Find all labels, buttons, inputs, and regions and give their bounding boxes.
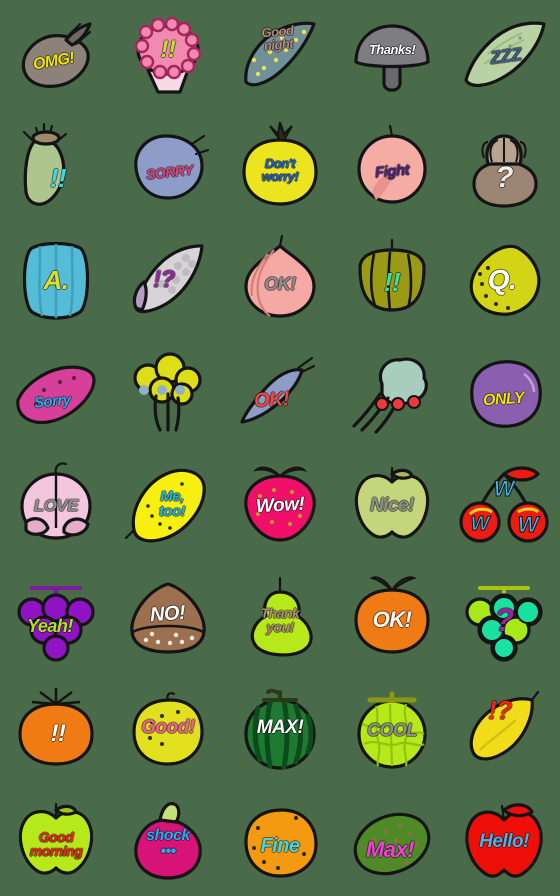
emoji-cell-peach-love[interactable]: LOVE: [0, 448, 112, 560]
cucumber-icon: Good night: [234, 10, 326, 102]
emoji-cell-cherry-www[interactable]: W W W: [448, 448, 560, 560]
emoji-cell-watermelon-max[interactable]: MAX!: [224, 672, 336, 784]
svg-text:W: W: [471, 513, 492, 535]
rapeseed-blossom-icon: [122, 346, 214, 438]
mandarin-orange-icon: OK!: [346, 570, 438, 662]
emoji-cell-orange-ok[interactable]: OK!: [336, 560, 448, 672]
emoji-cell-taro-sorry[interactable]: SORRY: [112, 112, 224, 224]
tomato-icon: Don't worry!: [234, 122, 326, 214]
asian-pear-icon: Q.: [458, 234, 550, 326]
taro-icon: SORRY: [122, 122, 214, 214]
emoji-cell-hakusai-a[interactable]: A.: [0, 224, 112, 336]
emoji-cell-edamame-zzz[interactable]: ZZZ: [448, 0, 560, 112]
green-grapes-icon: ?: [458, 570, 550, 662]
persimmon-icon: !!: [10, 682, 102, 774]
edamame-pod-icon: ZZZ: [458, 10, 550, 102]
emoji-cell-avocado-max[interactable]: Max!: [336, 784, 448, 896]
chestnut-icon: NO!: [122, 570, 214, 662]
emoji-cell-melon-cool[interactable]: COOL: [336, 672, 448, 784]
watermelon-icon: MAX!: [234, 682, 326, 774]
mushroom-icon: Thanks!: [346, 10, 438, 102]
onion-icon: OK!: [234, 234, 326, 326]
emoji-cell-pear-thankyou[interactable]: Thank you!: [224, 560, 336, 672]
strawberry-icon: Wow!: [234, 458, 326, 550]
root-vegetable-icon: ?: [458, 122, 550, 214]
green-apple-icon: Nice!: [346, 458, 438, 550]
banana-icon: !?: [458, 682, 550, 774]
emoji-cell-peach-turnip-fight[interactable]: Fight: [336, 112, 448, 224]
emoji-cell-chili-ok[interactable]: OK!: [224, 336, 336, 448]
emoji-cell-corn-interrobang[interactable]: !?: [112, 224, 224, 336]
cauliflower-icon: !!: [122, 10, 214, 102]
chinese-cabbage-icon: A.: [10, 234, 102, 326]
emoji-cell-apple-hello[interactable]: Hello!: [448, 784, 560, 896]
svg-text:W: W: [518, 512, 541, 537]
emoji-cell-pepper-bangs[interactable]: !!: [336, 224, 448, 336]
emoji-cell-banana-interrobang[interactable]: !?: [448, 672, 560, 784]
cherries-icon: W W W: [458, 458, 550, 550]
emoji-cell-persimmon-bangs[interactable]: !!: [0, 672, 112, 784]
emoji-cell-strawberry-wow[interactable]: Wow!: [224, 448, 336, 560]
red-apple-icon: Hello!: [458, 794, 550, 886]
emoji-cell-tomato-dontworry[interactable]: Don't worry!: [224, 112, 336, 224]
round-eggplant-icon: ONLY: [458, 346, 550, 438]
emoji-cell-mizuna-plain[interactable]: [336, 336, 448, 448]
emoji-cell-daikon-bangs[interactable]: !!: [0, 112, 112, 224]
emoji-cell-cauliflower-bangs[interactable]: !!: [112, 0, 224, 112]
green-pepper-icon: !!: [346, 234, 438, 326]
green-apple-icon: Good morning: [10, 794, 102, 886]
emoji-sticker-grid: OMG! !! Good night Thanks! ZZZ !! SORRY …: [0, 0, 560, 896]
daikon-radish-icon: !!: [10, 122, 102, 214]
emoji-cell-eggplant-only[interactable]: ONLY: [448, 336, 560, 448]
emoji-cell-chestnut-no[interactable]: NO!: [112, 560, 224, 672]
lemon-icon: Me, too!: [122, 458, 214, 550]
emoji-cell-gobo-question[interactable]: ?: [448, 112, 560, 224]
emoji-cell-onion-ok[interactable]: OK!: [224, 224, 336, 336]
corn-icon: !?: [122, 234, 214, 326]
avocado-icon: Max!: [346, 794, 438, 886]
melon-icon: COOL: [346, 682, 438, 774]
svg-text:W: W: [494, 476, 517, 501]
emoji-cell-eggplant-omg[interactable]: OMG!: [0, 0, 112, 112]
peach-icon: LOVE: [10, 458, 102, 550]
emoji-cell-yuzu-good[interactable]: Good!: [112, 672, 224, 784]
emoji-cell-fig-shock[interactable]: shock •••: [112, 784, 224, 896]
fig-icon: shock •••: [122, 794, 214, 886]
emoji-cell-lemon-metoo[interactable]: Me, too!: [112, 448, 224, 560]
green-pear-icon: Thank you!: [234, 570, 326, 662]
eggplant-icon: OMG!: [10, 10, 102, 102]
purple-grapes-icon: Yeah!: [10, 570, 102, 662]
emoji-cell-mushroom-thanks[interactable]: Thanks!: [336, 0, 448, 112]
emoji-cell-pear-q[interactable]: Q.: [448, 224, 560, 336]
orange-icon: Fine: [234, 794, 326, 886]
emoji-cell-grapes-yeah[interactable]: Yeah!: [0, 560, 112, 672]
emoji-cell-apple-nice[interactable]: Nice!: [336, 448, 448, 560]
chili-pepper-icon: OK!: [234, 346, 326, 438]
yuzu-citrus-icon: Good!: [122, 682, 214, 774]
emoji-cell-cucumber-goodnight[interactable]: Good night: [224, 0, 336, 112]
emoji-cell-orange-fine[interactable]: Fine: [224, 784, 336, 896]
emoji-cell-nanohana-plain[interactable]: [112, 336, 224, 448]
leafy-greens-icon: [346, 346, 438, 438]
emoji-cell-grapes-question[interactable]: ?: [448, 560, 560, 672]
turnip-icon: Fight: [346, 122, 438, 214]
emoji-cell-apple-goodmorning[interactable]: Good morning: [0, 784, 112, 896]
sweet-potato-icon: Sorry: [10, 346, 102, 438]
emoji-cell-sweetpotato-sorry[interactable]: Sorry: [0, 336, 112, 448]
